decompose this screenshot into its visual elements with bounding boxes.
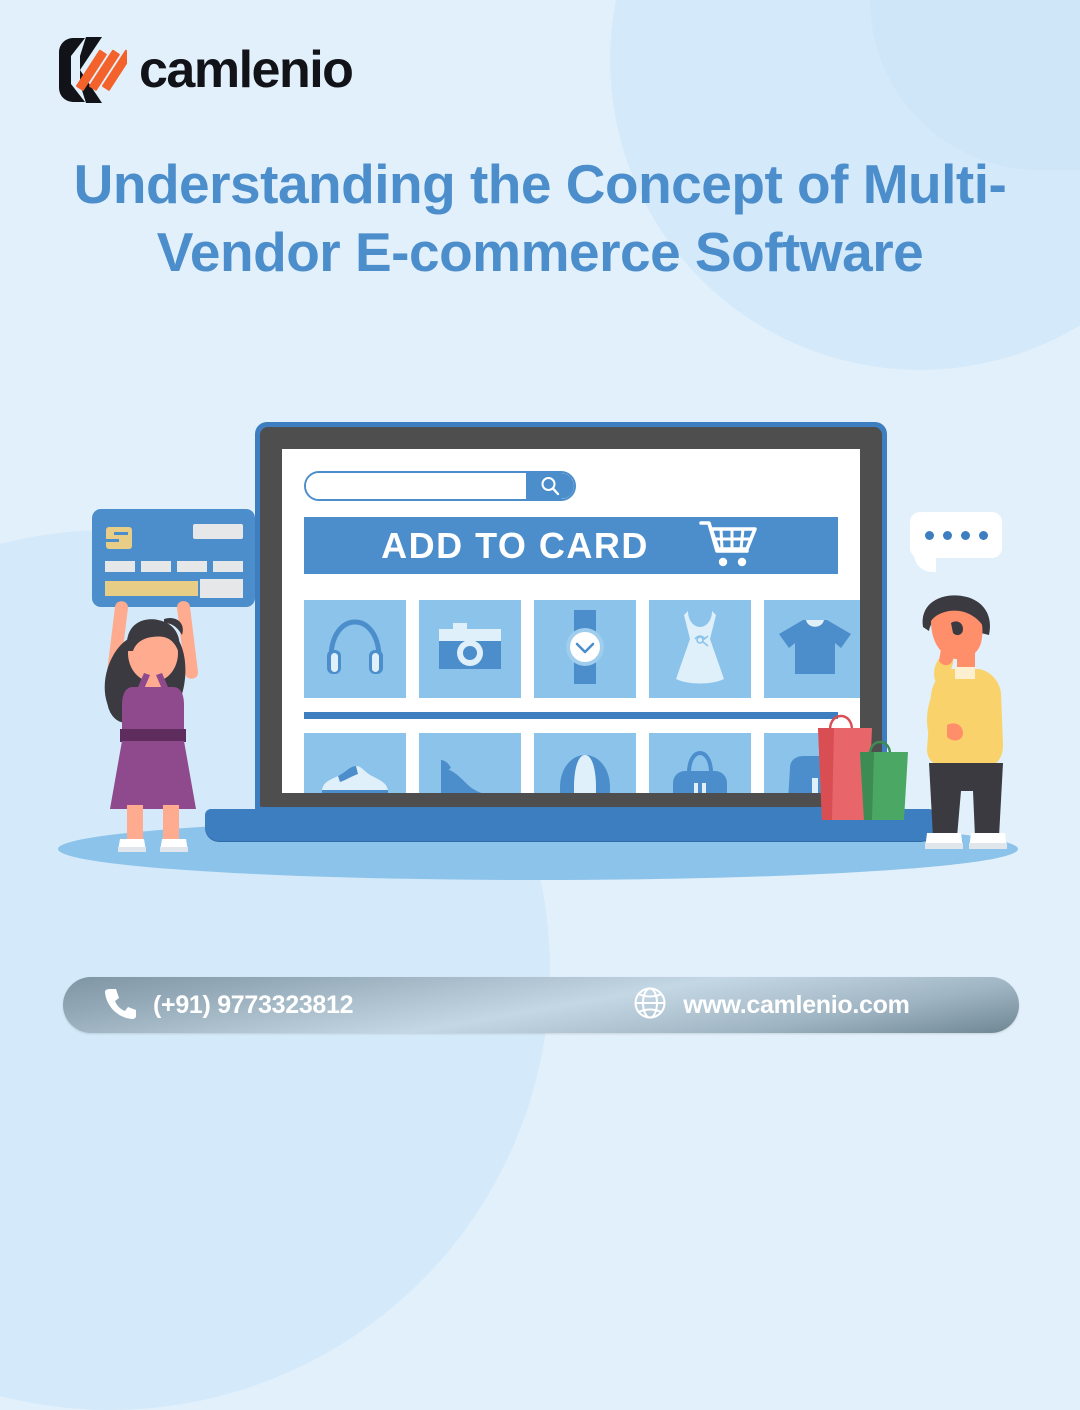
- wristwatch-icon: [560, 608, 610, 691]
- product-tile[interactable]: [419, 733, 521, 793]
- bubble-dot: [942, 530, 952, 540]
- bubble-dot: [924, 530, 934, 540]
- search-icon[interactable]: [526, 473, 574, 499]
- camlenio-bracket-mark-icon: [55, 34, 133, 106]
- speech-bubble-icon: [910, 512, 1002, 572]
- bubble-dot: [978, 530, 988, 540]
- footer-phone-text: (+91) 9773323812: [153, 990, 354, 1019]
- shopping-cart-icon: [699, 517, 761, 574]
- shopping-bags-illustration: [816, 712, 916, 827]
- product-tile[interactable]: [304, 733, 406, 793]
- page-title: Understanding the Concept of Multi-Vendo…: [73, 153, 1007, 284]
- laptop-screen: ADD TO CARD: [282, 449, 860, 793]
- card-number-blocks: [105, 561, 243, 572]
- footer-website-item[interactable]: www.camlenio.com: [633, 986, 910, 1025]
- product-tile[interactable]: [649, 733, 751, 793]
- search-input[interactable]: [306, 473, 526, 499]
- brand-logo[interactable]: camlenio: [55, 34, 354, 106]
- product-tile[interactable]: [649, 600, 751, 698]
- footer-phone-item[interactable]: (+91) 9773323812: [103, 986, 354, 1025]
- search-row: [304, 471, 838, 501]
- headphones-icon: [323, 616, 387, 683]
- credit-card-icon: [92, 509, 255, 607]
- phone-icon: [103, 986, 137, 1025]
- sneaker-icon: [318, 758, 392, 793]
- dress-icon: [670, 609, 730, 690]
- woman-holding-credit-card-illustration: [78, 595, 228, 860]
- handbag-icon: [669, 750, 731, 793]
- tshirt-icon: [777, 616, 853, 683]
- product-tile[interactable]: [764, 600, 860, 698]
- add-to-card-label: ADD TO CARD: [381, 524, 649, 566]
- bubble-dot: [960, 530, 970, 540]
- add-to-card-banner[interactable]: ADD TO CARD: [304, 517, 838, 574]
- brand-logo-text: camlenio: [139, 41, 354, 99]
- product-tile[interactable]: [534, 600, 636, 698]
- card-stripe: [105, 581, 198, 596]
- product-tile[interactable]: [534, 733, 636, 793]
- contact-footer-bar: (+91) 9773323812 www.camlenio.com: [63, 977, 1019, 1033]
- man-thinking-illustration: [905, 585, 1025, 865]
- search-bar[interactable]: [304, 471, 576, 501]
- laptop-bezel: ADD TO CARD: [260, 427, 882, 807]
- laptop-frame: ADD TO CARD: [255, 422, 887, 812]
- high-heel-icon: [437, 754, 503, 793]
- product-tile[interactable]: [419, 600, 521, 698]
- grid-divider: [304, 712, 838, 719]
- product-grid-row: [304, 600, 860, 698]
- card-chip: [106, 527, 132, 549]
- cap-icon: [554, 753, 616, 793]
- product-grid-row: [304, 733, 860, 793]
- camera-icon: [435, 619, 505, 680]
- product-tile[interactable]: [304, 600, 406, 698]
- card-top-block: [193, 524, 243, 539]
- illustration-scene: ADD TO CARD: [0, 400, 1080, 900]
- footer-website-text: www.camlenio.com: [683, 990, 910, 1019]
- globe-icon: [633, 986, 667, 1025]
